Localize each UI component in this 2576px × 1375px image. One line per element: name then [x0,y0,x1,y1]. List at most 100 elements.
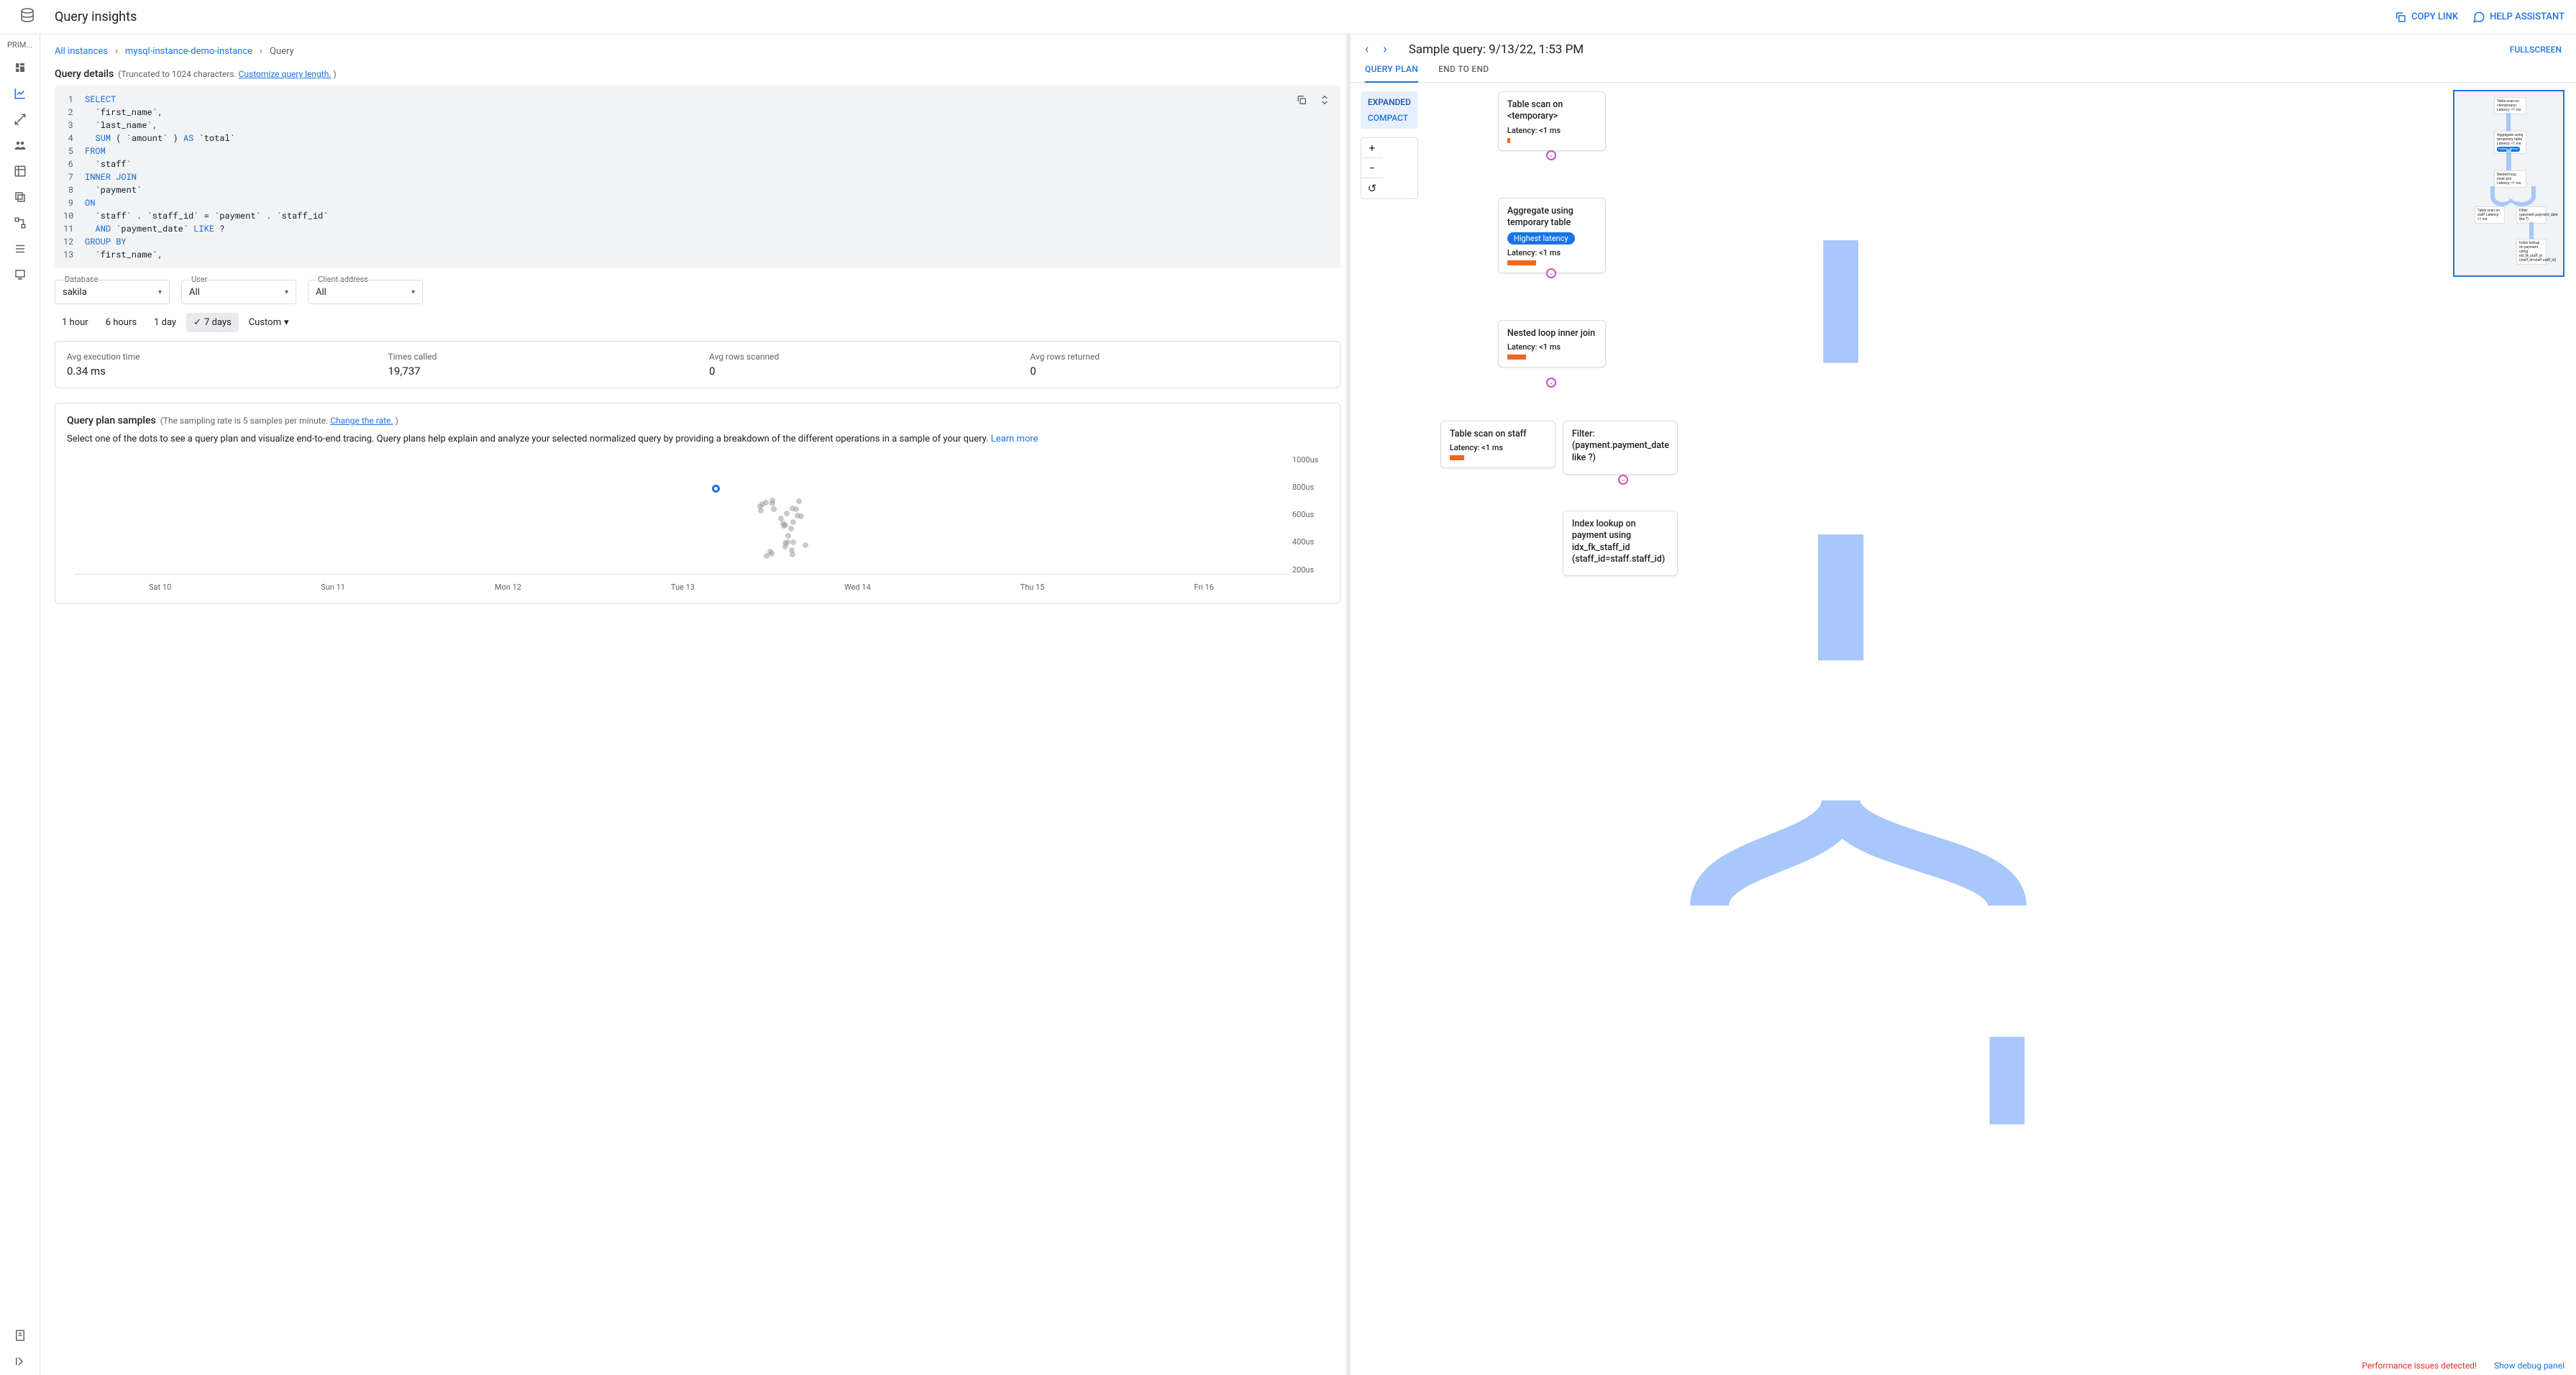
learn-more-link[interactable]: Learn more [991,434,1038,444]
code-line: 6 `staff` [63,157,1332,170]
sample-dot[interactable] [782,540,788,546]
y-tick-label: 1000us [1292,455,1328,465]
zoom-reset-button[interactable]: ↺ [1361,178,1383,198]
customize-query-length-link[interactable]: Customize query length. [239,69,332,79]
stats-card: Avg execution time 0.34 ms Times called … [55,341,1340,388]
sample-dot[interactable] [769,551,775,557]
x-tick-label: Thu 15 [1020,583,1045,592]
code-line: 12GROUP BY [63,235,1332,248]
sample-dot[interactable] [793,506,799,512]
sample-dot[interactable] [764,553,769,559]
plan-node[interactable]: Aggregate using temporary tableHighest l… [1498,198,1606,273]
y-tick-label: 200us [1292,565,1328,575]
nav-item-insights[interactable] [6,81,35,106]
sample-dot-selected[interactable] [712,485,720,493]
product-logo[interactable] [12,7,43,27]
side-nav: PRIM... [0,35,40,1375]
show-debug-panel-link[interactable]: Show debug panel [2494,1361,2564,1371]
query-plan-samples-card: Query plan samples (The sampling rate is… [55,403,1340,604]
sample-dot[interactable] [784,511,790,516]
sample-dot[interactable] [803,542,808,548]
plan-node[interactable]: Index lookup on payment using idx_fk_sta… [1563,511,1678,576]
x-tick-label: Sat 10 [149,583,171,592]
fullscreen-button[interactable]: FULLSCREEN [2510,45,2562,55]
time-range-selector: 1 hour6 hours1 day✓ 7 days Custom ▾ [55,313,1340,332]
database-select[interactable]: Database sakila [55,280,170,304]
nav-item-databases[interactable] [6,159,35,183]
nav-item-settings[interactable] [6,262,35,287]
copy-link-button[interactable]: COPY LINK [2394,11,2458,24]
prev-sample-button[interactable]: ‹ [1365,42,1369,57]
minimap-node: Index lookup on payment using idx_fk_sta… [2516,239,2547,265]
client-address-select[interactable]: Client address All [308,280,423,304]
sample-dot[interactable] [788,526,794,531]
plan-node[interactable]: Table scan on <temporary>Latency: <1 ms [1498,91,1606,151]
sample-dot[interactable] [790,519,796,525]
nav-item-operations[interactable] [6,237,35,261]
code-line: 8 `payment` [63,183,1332,196]
time-range-option[interactable]: ✓ 7 days [186,313,239,332]
time-range-option[interactable]: 1 hour [55,313,96,332]
stat-avg-exec-label: Avg execution time [67,352,365,362]
query-details-title: Query details [55,68,114,80]
zoom-controls: + − ↺ [1361,137,1418,199]
filters-row: Database sakila User All Client address … [55,280,1340,304]
plan-node[interactable]: Table scan on staffLatency: <1 ms [1440,421,1556,468]
zoom-in-button[interactable]: + [1361,138,1383,158]
collapse-sql-button[interactable] [1316,91,1333,109]
breadcrumb-all-instances[interactable]: All instances [55,46,108,57]
stat-avg-exec-value: 0.34 ms [67,365,365,378]
nav-collapse[interactable] [6,1349,35,1374]
x-tick-label: Fri 16 [1194,583,1213,592]
next-sample-button[interactable]: › [1383,42,1387,57]
sample-dot[interactable] [790,539,796,545]
sample-dot[interactable] [769,501,775,506]
sample-dot[interactable] [796,498,802,504]
performance-warning: Performance issues detected! [2362,1361,2477,1371]
time-range-custom[interactable]: Custom ▾ [242,313,296,332]
breadcrumb: All instances › mysql-instance-demo-inst… [55,46,1340,57]
time-range-option[interactable]: 1 day [147,313,183,332]
x-tick-label: Mon 12 [495,583,521,592]
tab-query-plan[interactable]: QUERY PLAN [1365,64,1418,83]
x-tick-label: Sun 11 [321,583,345,592]
plan-node[interactable]: Nested loop inner joinLatency: <1 ms [1498,320,1606,367]
plan-canvas[interactable]: Table scan on <temporary>Latency: <1 ms A… [1351,83,2576,1375]
code-line: 4 SUM ( `amount` ) AS `total` [63,132,1332,145]
query-plan-panel: ‹ › Sample query: 9/13/22, 1:53 PM FULLS… [1351,35,2576,1375]
nav-item-users[interactable] [6,133,35,157]
sql-code-block: 1SELECT2 `first_name`,3 `last_name`,4 SU… [55,86,1340,268]
mode-compact[interactable]: COMPACT [1361,110,1418,126]
nav-item-docs[interactable] [6,1323,35,1348]
code-line: 9ON [63,196,1332,209]
check-icon: ✓ [193,317,201,328]
help-assistant-button[interactable]: HELP ASSISTANT [2472,11,2564,24]
nav-section-label: PRIM... [0,40,40,50]
sample-dot[interactable] [785,533,791,539]
samples-chart[interactable]: 1000us800us600us400us200us Sat 10Sun 11M… [67,455,1328,592]
plan-node[interactable]: Filter: (payment.payment_date like ?) [1563,421,1678,475]
stat-rows-returned-value: 0 [1030,365,1328,378]
mode-expanded[interactable]: EXPANDED [1361,94,1418,110]
nav-item-connections[interactable] [6,107,35,132]
change-rate-link[interactable]: Change the rate. [330,416,393,426]
code-line: 7INNER JOIN [63,170,1332,183]
zoom-out-button[interactable]: − [1361,158,1383,178]
nav-item-replicas[interactable] [6,211,35,235]
breadcrumb-instance[interactable]: mysql-instance-demo-instance [125,46,252,57]
user-select[interactable]: User All [181,280,296,304]
nav-item-backups[interactable] [6,185,35,209]
sample-dot[interactable] [789,547,795,553]
dropdown-icon: ▾ [284,317,289,328]
sample-dot[interactable] [780,521,786,526]
copy-sql-button[interactable] [1293,91,1310,109]
minimap-node: Filter: (payment.payment_date like ?) [2516,206,2547,224]
samples-title: Query plan samples [67,415,156,426]
tab-end-to-end[interactable]: END TO END [1438,64,1489,82]
plan-connector-icon: ⌄ [1546,378,1556,388]
plan-minimap[interactable]: Table scan on <temporary> Latency: <1 ms… [2453,90,2564,277]
sample-dot[interactable] [759,501,765,507]
sample-dot[interactable] [771,506,777,512]
nav-item-overview[interactable] [6,55,35,80]
time-range-option[interactable]: 6 hours [99,313,144,332]
